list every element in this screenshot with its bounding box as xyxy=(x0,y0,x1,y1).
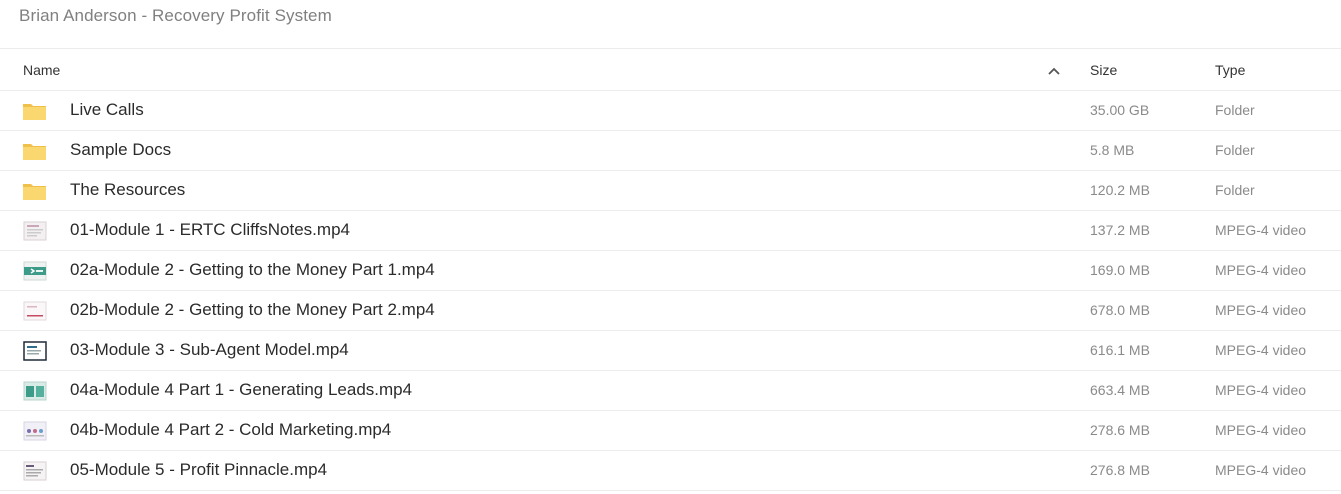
video-thumbnail-icon xyxy=(22,460,48,482)
file-row-module-3[interactable]: 03-Module 3 - Sub-Agent Model.mp4 616.1 … xyxy=(0,331,1341,371)
file-size: 616.1 MB xyxy=(1090,342,1150,358)
file-type: MPEG-4 video xyxy=(1215,382,1307,398)
file-type: Folder xyxy=(1215,102,1255,118)
video-thumbnail-icon xyxy=(22,260,48,282)
file-type: MPEG-4 video xyxy=(1215,262,1307,278)
file-name[interactable]: 02b-Module 2 - Getting to the Money Part… xyxy=(70,300,435,320)
file-type: Folder xyxy=(1215,142,1255,158)
file-row-module-4a[interactable]: 04a-Module 4 Part 1 - Generating Leads.m… xyxy=(0,371,1341,411)
file-row-sample-docs[interactable]: Sample Docs 5.8 MB Folder xyxy=(0,131,1341,171)
file-row-module-1[interactable]: 01-Module 1 - ERTC CliffsNotes.mp4 137.2… xyxy=(0,211,1341,251)
file-size: 120.2 MB xyxy=(1090,182,1150,198)
video-thumbnail-icon xyxy=(22,300,48,322)
file-size: 276.8 MB xyxy=(1090,462,1150,478)
file-size: 35.00 GB xyxy=(1090,102,1150,118)
file-type: Folder xyxy=(1215,182,1255,198)
video-thumbnail-icon xyxy=(22,340,48,362)
file-type: MPEG-4 video xyxy=(1215,462,1307,478)
column-header-type[interactable]: Type xyxy=(1215,62,1245,78)
folder-title: Brian Anderson - Recovery Profit System xyxy=(19,6,332,25)
file-size: 678.0 MB xyxy=(1090,302,1150,318)
file-name[interactable]: 05-Module 5 - Profit Pinnacle.mp4 xyxy=(70,460,327,480)
column-header-size[interactable]: Size xyxy=(1090,62,1117,78)
file-row-module-5[interactable]: 05-Module 5 - Profit Pinnacle.mp4 276.8 … xyxy=(0,451,1341,491)
file-row-the-resources[interactable]: The Resources 120.2 MB Folder xyxy=(0,171,1341,211)
file-name[interactable]: Live Calls xyxy=(70,100,144,120)
file-name[interactable]: 03-Module 3 - Sub-Agent Model.mp4 xyxy=(70,340,349,360)
column-header-name[interactable]: Name xyxy=(23,62,60,78)
file-type: MPEG-4 video xyxy=(1215,302,1307,318)
folder-icon xyxy=(22,100,48,122)
file-name[interactable]: 04a-Module 4 Part 1 - Generating Leads.m… xyxy=(70,380,412,400)
file-name[interactable]: 02a-Module 2 - Getting to the Money Part… xyxy=(70,260,435,280)
file-row-module-2a[interactable]: 02a-Module 2 - Getting to the Money Part… xyxy=(0,251,1341,291)
file-size: 169.0 MB xyxy=(1090,262,1150,278)
file-type: MPEG-4 video xyxy=(1215,342,1307,358)
file-name[interactable]: 01-Module 1 - ERTC CliffsNotes.mp4 xyxy=(70,220,350,240)
file-row-module-2b[interactable]: 02b-Module 2 - Getting to the Money Part… xyxy=(0,291,1341,331)
chevron-up-icon[interactable] xyxy=(1047,64,1061,76)
file-size: 278.6 MB xyxy=(1090,422,1150,438)
video-thumbnail-icon xyxy=(22,220,48,242)
video-thumbnail-icon xyxy=(22,380,48,402)
folder-icon xyxy=(22,180,48,202)
file-size: 5.8 MB xyxy=(1090,142,1135,158)
file-row-module-4b[interactable]: 04b-Module 4 Part 2 - Cold Marketing.mp4… xyxy=(0,411,1341,451)
folder-icon xyxy=(22,140,48,162)
file-size: 663.4 MB xyxy=(1090,382,1150,398)
file-size: 137.2 MB xyxy=(1090,222,1150,238)
file-list-header: Name Size Type xyxy=(0,49,1341,91)
file-name[interactable]: 04b-Module 4 Part 2 - Cold Marketing.mp4 xyxy=(70,420,391,440)
file-name[interactable]: Sample Docs xyxy=(70,140,171,160)
file-row-live-calls[interactable]: Live Calls 35.00 GB Folder xyxy=(0,91,1341,131)
file-list: Name Size Type Live Calls 35.00 GB Folde… xyxy=(0,48,1341,491)
file-name[interactable]: The Resources xyxy=(70,180,185,200)
file-type: MPEG-4 video xyxy=(1215,422,1307,438)
file-type: MPEG-4 video xyxy=(1215,222,1307,238)
video-thumbnail-icon xyxy=(22,420,48,442)
